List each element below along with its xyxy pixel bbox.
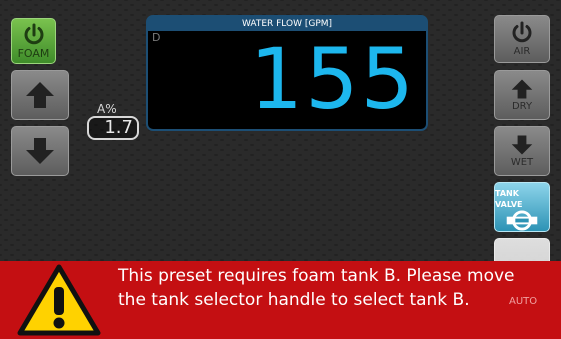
foam-label: FOAM — [17, 47, 50, 60]
valve-icon — [506, 210, 538, 231]
tank-valve-button[interactable]: TANK VALVE — [494, 182, 550, 232]
power-icon — [512, 21, 532, 43]
wet-label: WET — [510, 157, 534, 168]
arrow-up-icon — [26, 82, 54, 108]
air-label: AIR — [513, 46, 531, 57]
decrease-button[interactable] — [11, 126, 69, 176]
water-flow-display: WATER FLOW [GPM] D 155 — [146, 15, 428, 131]
warning-icon — [17, 264, 101, 336]
concentration-value: 1.7 — [87, 116, 139, 140]
auto-label: AUTO — [509, 296, 538, 307]
foam-power-button[interactable]: FOAM — [11, 18, 56, 64]
air-power-button[interactable]: AIR — [494, 15, 550, 63]
wet-button[interactable]: WET — [494, 126, 550, 176]
warning-message: This preset requires foam tank B. Please… — [118, 264, 558, 312]
warning-message-line-1: This preset requires foam tank B. Please… — [118, 266, 515, 286]
dry-button[interactable]: DRY — [494, 70, 550, 120]
dry-label: DRY — [511, 101, 533, 112]
water-flow-value: 155 — [249, 30, 416, 128]
concentration-unit: A% — [97, 102, 117, 116]
arrow-down-icon — [511, 135, 533, 155]
arrow-down-icon — [26, 138, 54, 164]
tank-valve-label: TANK VALVE — [495, 189, 523, 209]
foam-concentration-readout: A% 1.7 — [87, 102, 140, 140]
arrow-up-icon — [511, 79, 533, 99]
power-icon — [24, 23, 43, 45]
display-tag: D — [152, 31, 161, 44]
increase-button[interactable] — [11, 70, 69, 120]
warning-message-line-2: the tank selector handle to select tank … — [118, 290, 470, 310]
